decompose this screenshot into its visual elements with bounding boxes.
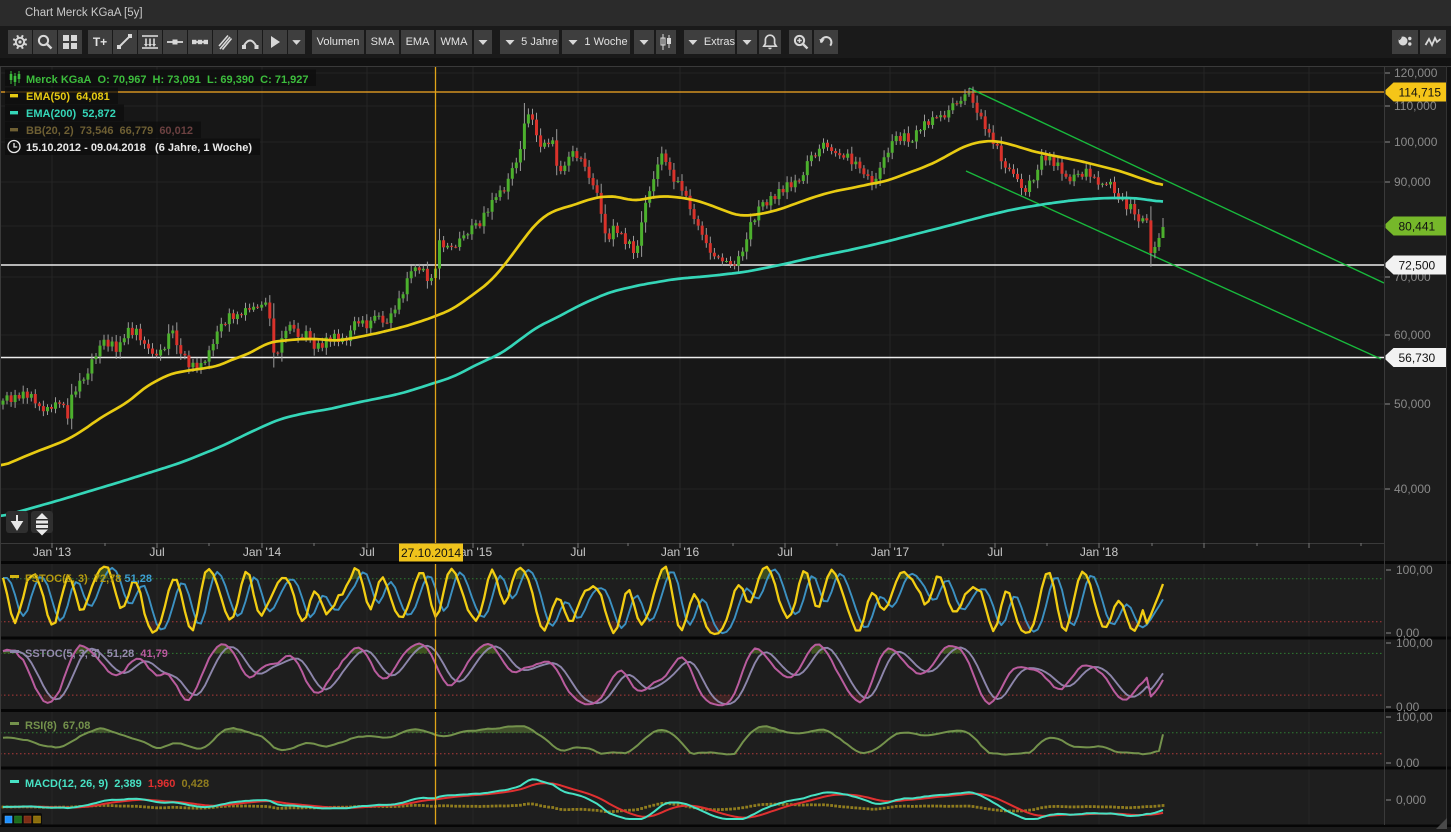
svg-text:60,000: 60,000 (1394, 328, 1431, 342)
svg-text:50,000: 50,000 (1394, 397, 1431, 411)
svg-text:100,00: 100,00 (1396, 563, 1433, 577)
svg-text:Jan '17: Jan '17 (871, 545, 910, 559)
svg-text:EMA(50) 64,081: EMA(50) 64,081 (26, 91, 110, 103)
svg-text:Jan '13: Jan '13 (33, 545, 72, 559)
svg-text:EMA(200) 52,872: EMA(200) 52,872 (26, 108, 116, 120)
svg-text:SSTOC(5, 3, 3) 51,28 41,79: SSTOC(5, 3, 3) 51,28 41,79 (25, 648, 168, 660)
svg-text:Jul: Jul (777, 545, 792, 559)
svg-text:MACD(12, 26, 9) 2,389 1,960: MACD(12, 26, 9) 2,389 1,960 0,428 (25, 778, 209, 790)
svg-text:Jul: Jul (570, 545, 585, 559)
svg-text:27.10.2014: 27.10.2014 (401, 546, 461, 560)
svg-text:15.10.2012 - 09.04.2018 (6 J: 15.10.2012 - 09.04.2018 (6 Jahre, 1 Woch… (26, 142, 252, 154)
svg-text:80,441: 80,441 (1399, 220, 1436, 234)
svg-text:90,000: 90,000 (1394, 175, 1431, 189)
svg-text:100,00: 100,00 (1396, 710, 1433, 724)
svg-text:Merck KGaA O: 70,967 H: 73,0: Merck KGaA O: 70,967 H: 73,091 L: 69,390… (26, 74, 308, 86)
svg-text:RSI(8) 67,08: RSI(8) 67,08 (25, 720, 90, 732)
svg-text:56,730: 56,730 (1399, 351, 1436, 365)
svg-text:Jul: Jul (987, 545, 1002, 559)
svg-text:100,00: 100,00 (1396, 636, 1433, 650)
svg-text:Jan '18: Jan '18 (1080, 545, 1119, 559)
svg-text:120,000: 120,000 (1394, 66, 1438, 80)
svg-text:Jul: Jul (149, 545, 164, 559)
svg-text:BB(20, 2) 73,546 66,779 60,: BB(20, 2) 73,546 66,779 60,012 (26, 125, 193, 137)
svg-text:Jan '14: Jan '14 (243, 545, 282, 559)
svg-text:100,000: 100,000 (1394, 135, 1438, 149)
svg-text:Jul: Jul (359, 545, 374, 559)
svg-text:Jan '16: Jan '16 (661, 545, 700, 559)
svg-text:0,00: 0,00 (1396, 756, 1420, 770)
svg-text:0,000: 0,000 (1396, 793, 1426, 807)
svg-text:FSTOC(5, 3) 72,78 51,28: FSTOC(5, 3) 72,78 51,28 (25, 573, 152, 585)
svg-text:114,715: 114,715 (1399, 86, 1442, 100)
svg-text:40,000: 40,000 (1394, 482, 1431, 496)
svg-text:72,500: 72,500 (1399, 259, 1436, 273)
